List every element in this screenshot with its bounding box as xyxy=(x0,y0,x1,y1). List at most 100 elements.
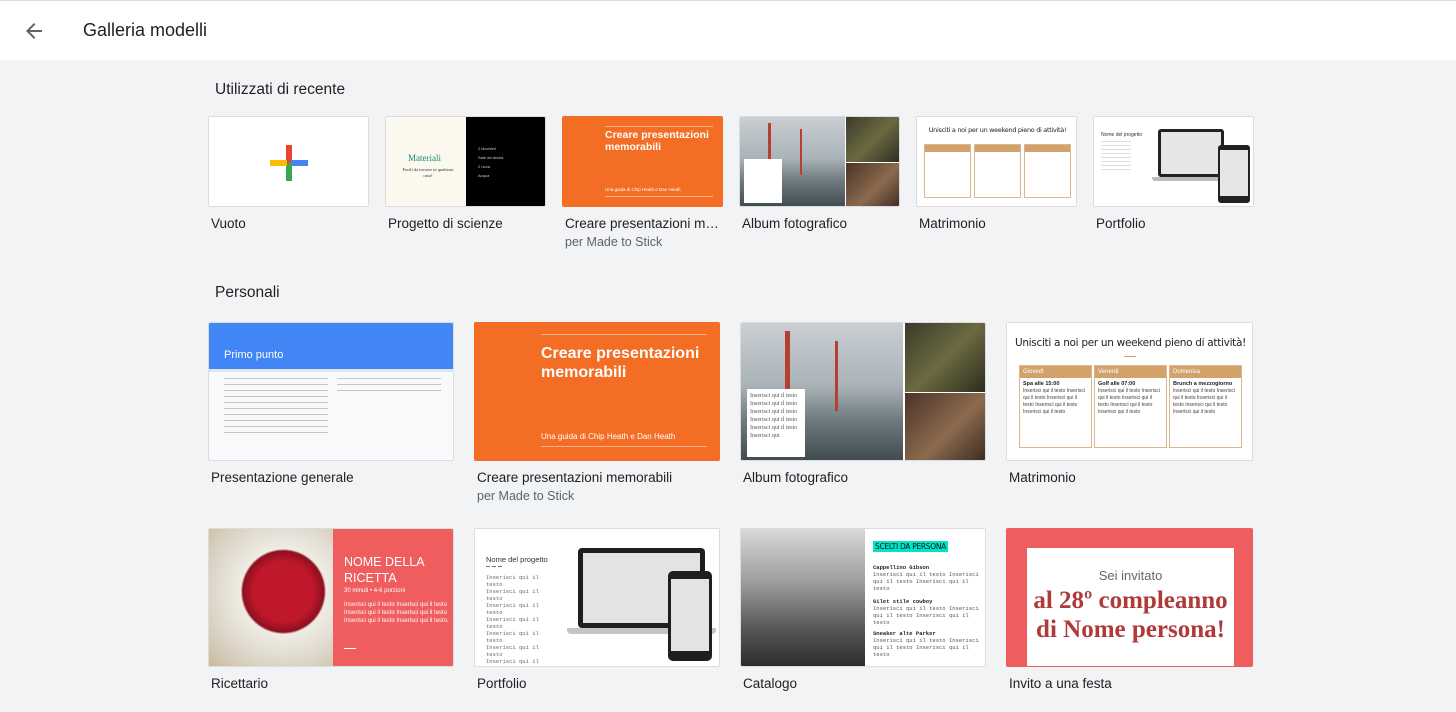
template-card-recipe-book[interactable]: NOME DELLA RICETTA 30 minuti • 4-6 porzi… xyxy=(208,528,454,696)
template-card-portfolio-personal[interactable]: Nome del progetto Inserisci qui il testo… xyxy=(474,528,720,696)
template-card-blank[interactable]: Vuoto xyxy=(208,116,369,236)
thumb-text: Inserisci qui il testo xyxy=(486,602,539,616)
skatepark-photo xyxy=(741,529,865,666)
template-card-made-to-stick-personal[interactable]: Creare presentazioni memorabili Una guid… xyxy=(474,322,720,508)
day-column: Domenica Brunch a mezzogiorno Inserisci … xyxy=(1169,365,1242,448)
template-subtitle: per Made to Stick xyxy=(477,489,575,503)
table-photo xyxy=(905,393,985,460)
template-thumbnail: NOME DELLA RICETTA 30 minuti • 4-6 porzi… xyxy=(208,528,454,667)
template-thumbnail: Creare presentazioni memorabili Una guid… xyxy=(474,322,720,461)
thumb-subtitle: Una guida di Chip Heath e Dan Heath xyxy=(605,187,681,192)
template-thumbnail xyxy=(739,116,900,207)
template-thumbnail: Inserisci qui il testo Inserisci qui il … xyxy=(740,322,986,461)
thumb-text: Inserisci qui il testo xyxy=(486,588,539,602)
template-thumbnail: Materiali Facili da trovare in qualsiasi… xyxy=(385,116,546,207)
template-label: Progetto di scienze xyxy=(388,216,503,231)
template-thumbnail: Unisciti a noi per un weekend pieno di a… xyxy=(1006,322,1253,461)
day-text: Inserisci qui il testo Inserisci qui il … xyxy=(1098,388,1160,415)
raspberries-photo xyxy=(209,529,333,666)
template-label: Ricettario xyxy=(211,676,269,691)
thumb-text: Inserisci qui il testo xyxy=(486,616,539,630)
day-header: Giovedì xyxy=(1020,366,1091,378)
template-card-photo-album[interactable]: Album fotografico xyxy=(739,116,900,236)
thumb-list-item: 2 bicchieri xyxy=(478,146,497,151)
thumb-list: 2 bicchieri Sale da tavola 2 uova Acqua xyxy=(478,144,503,180)
top-bar: Galleria modelli xyxy=(0,0,1456,60)
day-column: Venerdì Golf alle 07:00 Inserisci qui il… xyxy=(1094,365,1167,448)
item-name: Cappellino Gibson xyxy=(873,564,930,571)
day-column: Giovedì Spa alle 15:00 Inserisci qui il … xyxy=(1019,365,1092,448)
table-photo xyxy=(846,163,899,206)
thumb-list-item: 2 uova xyxy=(478,164,491,169)
template-thumbnail: Sei invitato al 28º compleanno di Nome p… xyxy=(1006,528,1253,667)
item-name: Gilet stile cowboy xyxy=(873,598,933,605)
back-button[interactable] xyxy=(22,19,46,43)
day-header: Domenica xyxy=(1170,366,1241,378)
template-label: Matrimonio xyxy=(1009,470,1076,485)
day-event: Brunch a mezzogiorno xyxy=(1173,381,1233,387)
thumb-title: Materiali xyxy=(408,153,441,163)
day-text: Inserisci qui il testo Inserisci qui il … xyxy=(1023,388,1085,415)
thumb-text: Inserisci qui il testo xyxy=(486,658,539,666)
day-header: Venerdì xyxy=(1095,366,1166,378)
leaf-photo xyxy=(846,117,899,162)
template-label: Vuoto xyxy=(211,216,246,231)
day-event: Spa alle 15:00 xyxy=(1023,381,1060,387)
item-name: Sneaker alte Parker xyxy=(873,630,936,637)
day-event: Golf alle 07:00 xyxy=(1098,381,1136,387)
thumb-title: Nome del progetto xyxy=(486,555,548,564)
template-card-overview[interactable]: Primo punto Presentazione generale xyxy=(208,322,454,490)
template-label: Album fotografico xyxy=(743,470,849,485)
item-text: Inserisci qui il testo Inserisci qui il … xyxy=(873,571,979,592)
section-title-recent: Utilizzati di recente xyxy=(215,81,346,98)
catalog-item: Cappellino Gibson Inserisci qui il testo… xyxy=(873,564,983,592)
template-label: Matrimonio xyxy=(919,216,986,231)
thumb-meta: 30 minuti • 4-6 porzioni xyxy=(344,588,406,594)
template-card-portfolio[interactable]: Nome del progetto Portfolio xyxy=(1093,116,1254,236)
template-card-made-to-stick[interactable]: Creare presentazioni memorabili Una guid… xyxy=(562,116,723,252)
thumb-title: Creare presentazioni memorabili xyxy=(605,129,709,153)
thumb-list-item: Acqua xyxy=(478,173,490,178)
template-thumbnail: Primo punto xyxy=(208,322,454,461)
thumb-title: Unisciti a noi per un weekend pieno di a… xyxy=(928,126,1067,134)
template-label: Catalogo xyxy=(743,676,798,691)
thumb-title: Nome del progetto xyxy=(1101,132,1143,138)
template-card-wedding[interactable]: Unisciti a noi per un weekend pieno di a… xyxy=(916,116,1077,236)
catalog-item: Sneaker alte Parker Inserisci qui il tes… xyxy=(873,630,983,658)
thumb-text-block: Inserisci qui il testo Inserisci qui il … xyxy=(486,574,556,666)
template-thumbnail xyxy=(208,116,369,207)
template-label: Creare presentazioni memorabili xyxy=(565,216,719,231)
thumb-subtitle: Una guida di Chip Heath e Dan Heath xyxy=(541,432,676,441)
template-label: Portfolio xyxy=(477,676,527,691)
thumb-title: Creare presentazioni memorabili xyxy=(541,345,700,381)
thumb-title: al 28º compleanno di Nome persona! xyxy=(1033,587,1228,643)
page-title: Galleria modelli xyxy=(83,20,208,40)
template-label: Album fotografico xyxy=(742,216,848,231)
leaf-photo xyxy=(905,323,985,392)
template-card-science-project[interactable]: Materiali Facili da trovare in qualsiasi… xyxy=(385,116,546,236)
thumb-text: Inserisci qui il testo xyxy=(486,574,539,588)
template-label: Invito a una festa xyxy=(1009,676,1112,691)
template-card-wedding-personal[interactable]: Unisciti a noi per un weekend pieno di a… xyxy=(1006,322,1253,490)
template-card-party-invite[interactable]: Sei invitato al 28º compleanno di Nome p… xyxy=(1006,528,1253,696)
item-text: Inserisci qui il testo Inserisci qui il … xyxy=(873,605,979,626)
template-thumbnail: Creare presentazioni memorabili Una guid… xyxy=(562,116,723,207)
template-card-catalog[interactable]: SCELTI DA PERSONA Cappellino Gibson Inse… xyxy=(740,528,986,696)
template-subtitle: per Made to Stick xyxy=(565,235,663,249)
template-thumbnail: Nome del progetto Inserisci qui il testo… xyxy=(474,528,720,667)
item-text: Inserisci qui il testo Inserisci qui il … xyxy=(873,637,979,658)
template-card-photo-album-personal[interactable]: Inserisci qui il testo Inserisci qui il … xyxy=(740,322,986,490)
thumb-title: SCELTI DA PERSONA xyxy=(873,541,948,552)
arrow-back-icon xyxy=(26,23,42,39)
phone-mockup xyxy=(668,571,712,661)
template-thumbnail: Nome del progetto xyxy=(1093,116,1254,207)
section-title-personal: Personali xyxy=(215,284,280,301)
thumb-text: Inserisci qui il testo Inserisci qui il … xyxy=(747,389,805,457)
template-thumbnail: SCELTI DA PERSONA Cappellino Gibson Inse… xyxy=(740,528,986,667)
template-thumbnail: Unisciti a noi per un weekend pieno di a… xyxy=(916,116,1077,207)
thumb-text: Inserisci qui il testo xyxy=(486,644,539,658)
thumb-subtitle: Facili da trovare in qualsiasi casa! xyxy=(402,167,454,178)
day-text: Inserisci qui il testo Inserisci qui il … xyxy=(1173,388,1235,415)
template-label: Portfolio xyxy=(1096,216,1146,231)
thumb-list-item: Sale da tavola xyxy=(478,155,504,160)
